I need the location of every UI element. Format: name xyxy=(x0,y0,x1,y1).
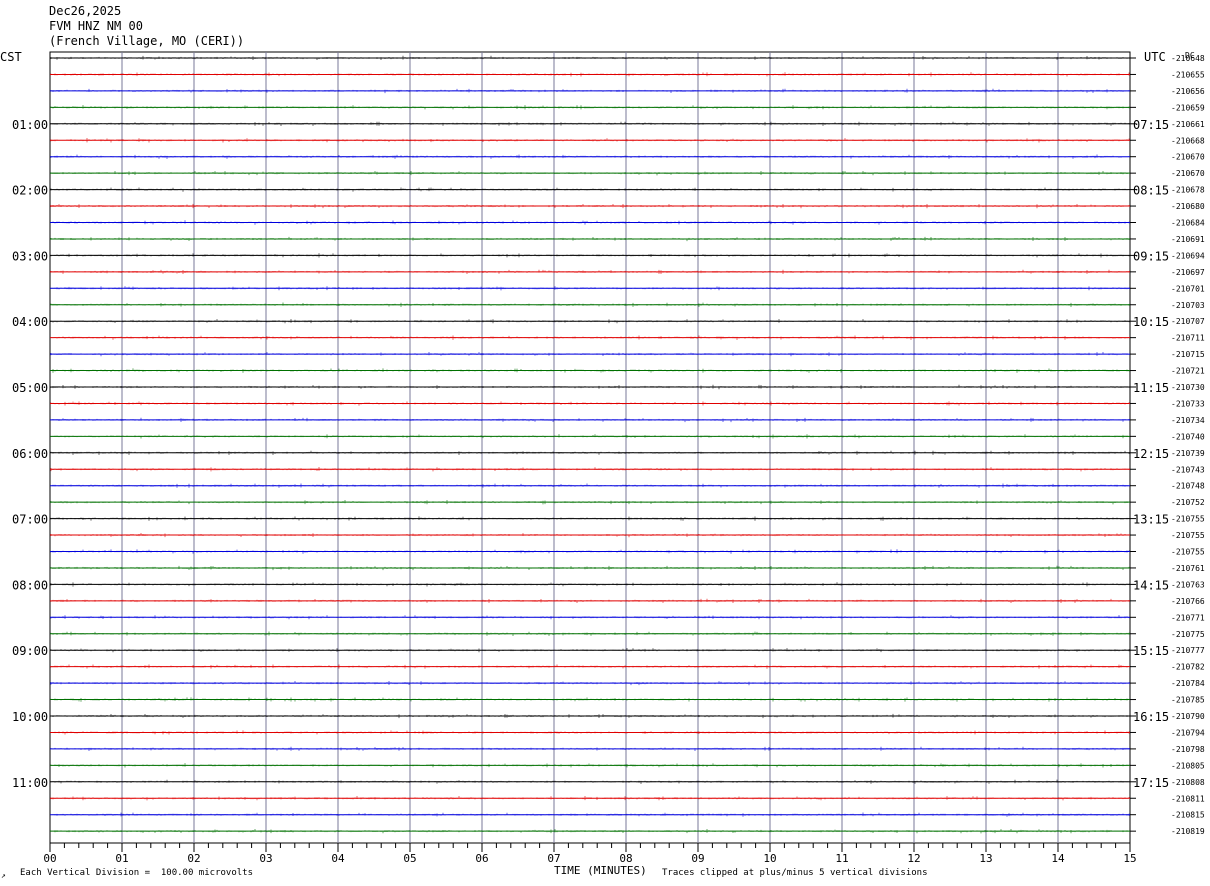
scale-note: Each Vertical Division = 100.00 microvol… xyxy=(20,868,253,878)
dc-offset-label: -210648 xyxy=(1171,54,1205,63)
dc-offset-label: -210775 xyxy=(1171,630,1205,639)
left-hour-label: 06:00 xyxy=(12,447,48,461)
x-axis-label: TIME (MINUTES) xyxy=(554,864,647,877)
left-hour-label: 10:00 xyxy=(12,710,48,724)
dc-offset-label: -210670 xyxy=(1171,169,1205,178)
trace-rows xyxy=(50,55,1130,834)
left-hour-label: 02:00 xyxy=(12,184,48,198)
helicorder-chart: 00 01 02 03 04 05 06 07 08 09 10 11 12 13 14 15-210648-… xyxy=(12,51,1205,877)
right-hour-label: 13:15 xyxy=(1133,513,1169,527)
dc-offset-label: -210701 xyxy=(1171,284,1205,293)
x-tick-label: 06 xyxy=(475,852,488,865)
right-hour-label: 16:15 xyxy=(1133,710,1169,724)
dc-offset-label: -210678 xyxy=(1171,186,1205,195)
dc-offset-label: -210733 xyxy=(1171,399,1205,408)
right-hour-label: 17:15 xyxy=(1133,776,1169,790)
dc-offset-label: -210805 xyxy=(1171,761,1205,770)
dc-offset-label: -210808 xyxy=(1171,778,1205,787)
dc-offset-label: -210684 xyxy=(1171,219,1205,228)
left-hour-label: 08:00 xyxy=(12,578,48,592)
left-hour-label: 01:00 xyxy=(12,118,48,132)
dc-offset-label: -210661 xyxy=(1171,120,1205,129)
dc-offset-label: -210771 xyxy=(1171,613,1205,622)
dc-offset-label: -210721 xyxy=(1171,367,1205,376)
dc-offset-label: -210819 xyxy=(1171,827,1205,836)
dc-offset-label: -210798 xyxy=(1171,745,1205,754)
left-hour-label: 11:00 xyxy=(12,776,48,790)
x-tick-label: 05 xyxy=(403,852,416,865)
dc-offset-label: -210656 xyxy=(1171,87,1205,96)
dc-offset-label: -210782 xyxy=(1171,663,1205,672)
right-hour-label: 12:15 xyxy=(1133,447,1169,461)
axis-labels: 00 01 02 03 04 05 06 07 08 09 10 11 12 13 14 15-210648-… xyxy=(12,54,1205,865)
right-hour-label: 08:15 xyxy=(1133,184,1169,198)
corner-arrow-icon: ↗ xyxy=(1,871,6,880)
left-hour-label: 03:00 xyxy=(12,249,48,263)
right-hour-label: 09:15 xyxy=(1133,249,1169,263)
dc-offset-label: -210707 xyxy=(1171,317,1205,326)
dc-offset-label: -210761 xyxy=(1171,564,1205,573)
dc-offset-label: -210730 xyxy=(1171,383,1205,392)
dc-offset-label: -210755 xyxy=(1171,515,1205,524)
dc-offset-label: -210697 xyxy=(1171,268,1205,277)
dc-offset-label: -210815 xyxy=(1171,811,1205,820)
x-tick-label: 09 xyxy=(691,852,704,865)
right-hour-label: 14:15 xyxy=(1133,578,1169,592)
dc-offset-label: -210740 xyxy=(1171,432,1205,441)
dc-offset-label: -210715 xyxy=(1171,350,1205,359)
right-hour-label: 11:15 xyxy=(1133,381,1169,395)
x-tick-label: 10 xyxy=(763,852,776,865)
x-tick-label: 13 xyxy=(979,852,992,865)
dc-offset-label: -210668 xyxy=(1171,136,1205,145)
dc-offset-label: -210748 xyxy=(1171,482,1205,491)
dc-offset-label: -210755 xyxy=(1171,531,1205,540)
dc-offset-label: -210659 xyxy=(1171,103,1205,112)
dc-offset-label: -210763 xyxy=(1171,580,1205,589)
dc-offset-label: -210739 xyxy=(1171,449,1205,458)
right-hour-label: 15:15 xyxy=(1133,644,1169,658)
x-tick-label: 03 xyxy=(259,852,272,865)
dc-offset-label: -210785 xyxy=(1171,696,1205,705)
x-tick-label: 00 xyxy=(43,852,56,865)
plot-border xyxy=(49,51,1131,844)
left-hour-label: 05:00 xyxy=(12,381,48,395)
dc-offset-label: -210790 xyxy=(1171,712,1205,721)
dc-offset-label: -210680 xyxy=(1171,202,1205,211)
dc-offset-label: -210755 xyxy=(1171,548,1205,557)
dc-offset-label: -210711 xyxy=(1171,334,1205,343)
x-tick-label: 02 xyxy=(187,852,200,865)
dc-offset-label: -210794 xyxy=(1171,728,1205,737)
dc-offset-label: -210703 xyxy=(1171,301,1205,310)
x-tick-label: 15 xyxy=(1123,852,1136,865)
dc-offset-label: -210743 xyxy=(1171,465,1205,474)
left-hour-label: 09:00 xyxy=(12,644,48,658)
dc-offset-label: -210766 xyxy=(1171,597,1205,606)
x-tick-label: 01 xyxy=(115,852,128,865)
dc-offset-label: -210670 xyxy=(1171,153,1205,162)
dc-offset-label: -210777 xyxy=(1171,646,1205,655)
dc-offset-label: -210694 xyxy=(1171,251,1205,260)
dc-offset-label: -210734 xyxy=(1171,416,1205,425)
dc-offset-label: -210811 xyxy=(1171,794,1205,803)
left-hour-label: 04:00 xyxy=(12,315,48,329)
dc-offset-label: -210655 xyxy=(1171,70,1205,79)
x-tick-label: 12 xyxy=(907,852,920,865)
x-tick-label: 14 xyxy=(1051,852,1065,865)
x-tick-label: 04 xyxy=(331,852,345,865)
dc-offset-label: -210691 xyxy=(1171,235,1205,244)
right-hour-label: 10:15 xyxy=(1133,315,1169,329)
dc-offset-label: -210752 xyxy=(1171,498,1205,507)
right-hour-label: 07:15 xyxy=(1133,118,1169,132)
x-tick-label: 11 xyxy=(835,852,848,865)
left-hour-label: 07:00 xyxy=(12,513,48,527)
dc-offset-label: -210784 xyxy=(1171,679,1205,688)
clip-note: Traces clipped at plus/minus 5 vertical … xyxy=(662,868,928,878)
